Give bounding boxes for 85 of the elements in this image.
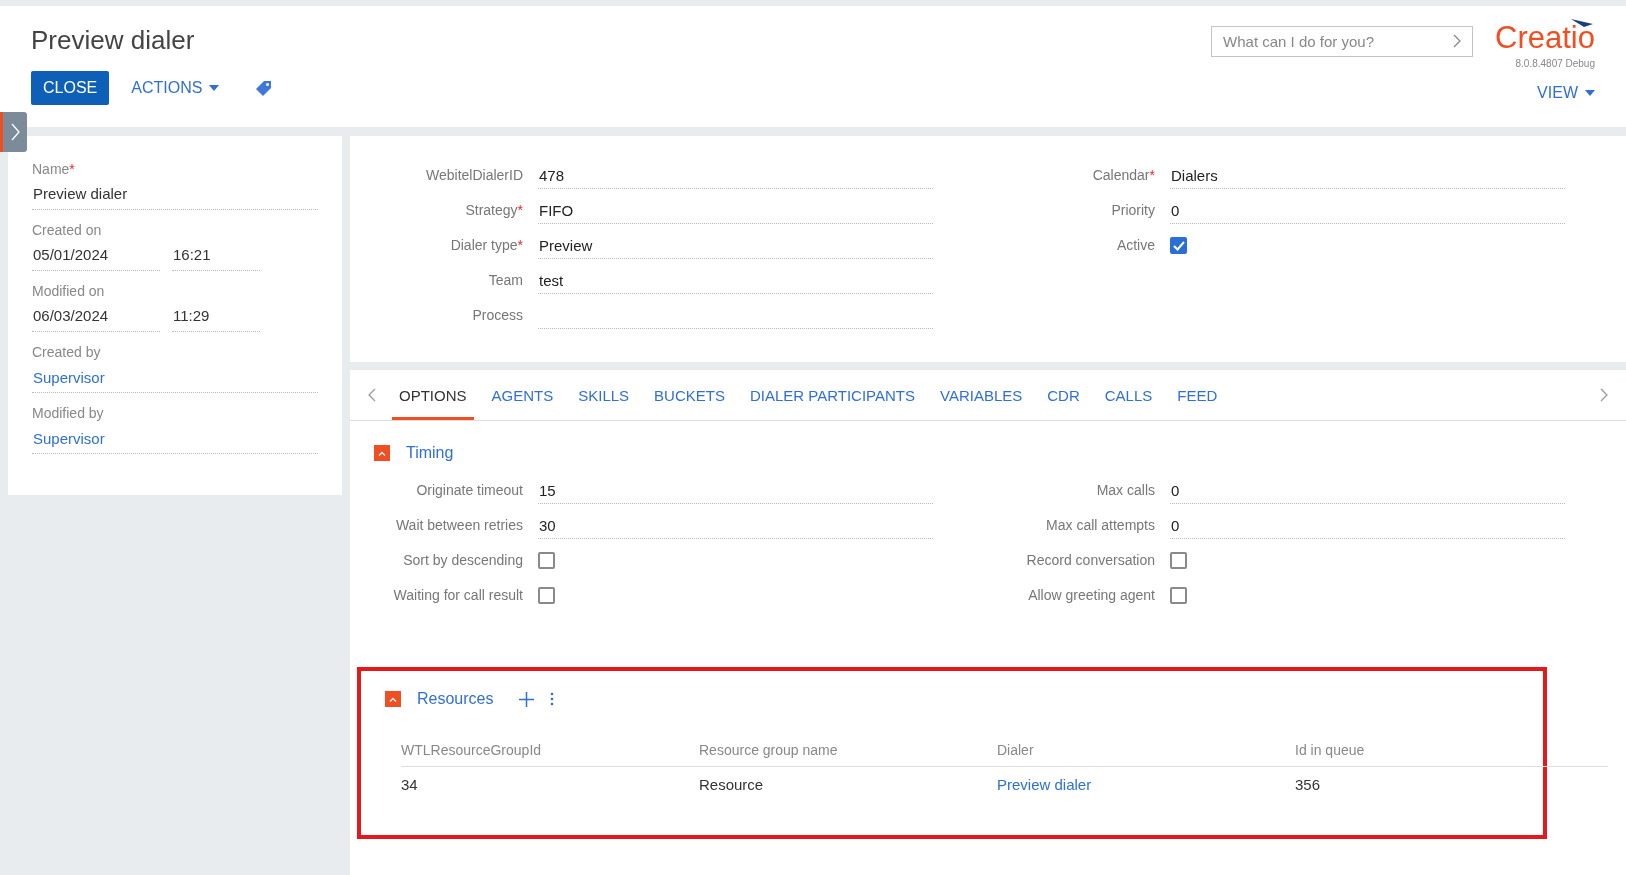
tab[interactable]: AGENTS <box>484 370 561 420</box>
required-mark: * <box>517 201 523 220</box>
chevron-right-icon[interactable] <box>1453 34 1462 48</box>
checkbox[interactable] <box>538 587 555 604</box>
search-field[interactable]: What can I do for you? <box>1211 26 1474 57</box>
version-text: 8.0.8.4807 Debug <box>1515 57 1595 71</box>
input-field[interactable]: 30 <box>538 512 933 539</box>
field-label: Max calls <box>1096 481 1155 500</box>
section-title[interactable]: Resources <box>417 687 494 711</box>
date-field[interactable]: 06/03/2024 <box>32 305 160 332</box>
logo: Creatio <box>1495 18 1595 57</box>
user-link[interactable]: Supervisor <box>33 430 105 447</box>
required-mark: * <box>1149 166 1155 185</box>
tab[interactable]: FEED <box>1170 370 1225 420</box>
tab[interactable]: DIALER PARTICIPANTS <box>742 370 922 420</box>
close-button[interactable]: CLOSE <box>31 71 110 105</box>
field-label: Dialer type <box>450 236 518 255</box>
collapse-icon[interactable] <box>374 445 390 461</box>
field-label: Created on <box>32 221 102 239</box>
checkbox[interactable] <box>1170 552 1187 569</box>
view-button[interactable]: VIEW <box>1537 81 1595 105</box>
field-label: Modified by <box>32 404 104 422</box>
chevron-right-icon[interactable] <box>1600 388 1608 402</box>
input-field[interactable]: Preview <box>538 232 933 259</box>
dialer-link[interactable]: Preview dialer <box>997 776 1092 793</box>
input-field[interactable]: FIFO <box>538 197 933 224</box>
column-header: Dialer <box>997 741 1034 760</box>
field-label: Strategy <box>465 201 518 220</box>
column-header: WTLResourceGroupId <box>401 741 542 760</box>
time-field[interactable]: 11:29 <box>172 305 260 332</box>
required-mark: * <box>69 160 75 178</box>
field-label: WebitelDialerID <box>426 166 523 185</box>
input-field[interactable]: 0 <box>1170 512 1565 539</box>
checkbox[interactable] <box>1170 237 1187 254</box>
field-label: Created by <box>32 343 101 361</box>
date-field[interactable]: 05/01/2024 <box>32 244 160 271</box>
caret-icon <box>1585 90 1595 96</box>
field-label: Name <box>32 160 70 178</box>
input-field[interactable]: 0 <box>1170 197 1565 224</box>
field-label: Max call attempts <box>1046 516 1155 535</box>
panel-toggle[interactable] <box>0 112 27 152</box>
tab[interactable]: OPTIONS <box>392 370 474 420</box>
chevron-left-icon[interactable] <box>368 388 376 402</box>
time-field[interactable]: 16:21 <box>172 244 260 271</box>
more-icon[interactable] <box>550 692 555 706</box>
actions-button[interactable]: ACTIONS <box>131 76 220 100</box>
table-cell: 34 <box>401 776 418 793</box>
input-field[interactable]: 478 <box>538 162 933 189</box>
name-field[interactable]: Preview dialer <box>32 183 318 210</box>
field-label: Record conversation <box>1026 551 1155 570</box>
checkbox[interactable] <box>538 552 555 569</box>
field-label: Wait between retries <box>395 516 523 535</box>
tag-icon[interactable] <box>255 79 273 97</box>
user-link[interactable]: Supervisor <box>33 369 105 386</box>
field-label: Process <box>472 306 523 325</box>
column-header: Id in queue <box>1295 741 1365 760</box>
field-label: Sort by descending <box>403 551 523 570</box>
tab[interactable]: BUCKETS <box>647 370 732 420</box>
input-field[interactable]: 0 <box>1170 477 1565 504</box>
collapse-icon[interactable] <box>385 691 401 707</box>
input-field[interactable]: test <box>538 267 933 294</box>
field-label: Active <box>1116 236 1155 255</box>
field-label: Originate timeout <box>416 481 523 500</box>
caret-icon <box>209 85 220 91</box>
field-label: Calendar <box>1092 166 1150 185</box>
page-title: Preview dialer <box>31 24 196 57</box>
table-cell: 356 <box>1295 776 1321 793</box>
required-mark: * <box>517 236 523 255</box>
field-label: Modified on <box>32 282 105 300</box>
tab[interactable]: CDR <box>1040 370 1087 420</box>
table-cell: Resource <box>699 776 764 793</box>
add-icon[interactable] <box>519 691 535 707</box>
section-title[interactable]: Timing <box>406 441 454 465</box>
field-label: Team <box>488 271 523 290</box>
field-label: Allow greeting agent <box>1028 586 1155 605</box>
input-field[interactable]: Dialers <box>1170 162 1565 189</box>
field-label: Priority <box>1111 201 1155 220</box>
tab[interactable]: CALLS <box>1097 370 1160 420</box>
field-label: Waiting for call result <box>393 586 523 605</box>
tab[interactable]: VARIABLES <box>933 370 1030 420</box>
tab[interactable]: SKILLS <box>571 370 637 420</box>
chevron-right-icon <box>10 123 20 141</box>
checkbox[interactable] <box>1170 587 1187 604</box>
column-header: Resource group name <box>699 741 838 760</box>
input-field[interactable]: 15 <box>538 477 933 504</box>
